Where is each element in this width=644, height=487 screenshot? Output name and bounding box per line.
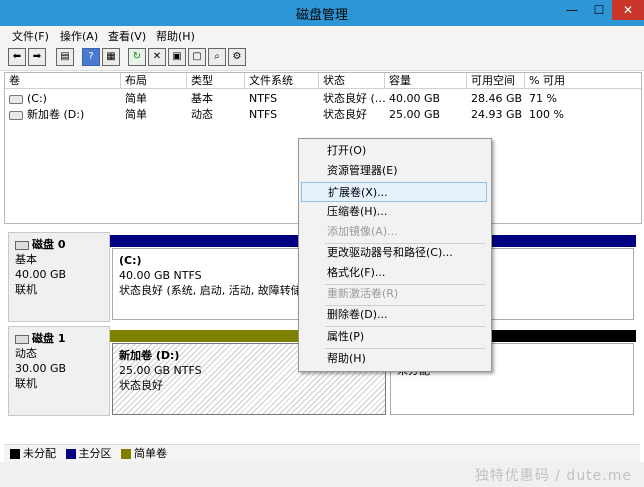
disk-icon [15, 334, 29, 344]
forward-icon[interactable]: ➡ [28, 48, 46, 66]
column-header-free-space[interactable]: 可用空间 [467, 73, 525, 89]
settings-icon[interactable]: ⚙ [228, 48, 246, 66]
delete-icon[interactable]: ✕ [148, 48, 166, 66]
minimize-button[interactable]: — [558, 0, 586, 20]
menu-item-change-drive-letter[interactable]: 更改驱动器号和路径(C)... [301, 243, 487, 263]
menu-file[interactable]: 文件(F) [12, 28, 49, 44]
menu-item-shrink-volume[interactable]: 压缩卷(H)... [301, 202, 487, 222]
column-header-percent-free[interactable]: % 可用 [525, 73, 641, 89]
menu-action[interactable]: 操作(A) [60, 28, 98, 44]
maximize-button[interactable]: ☐ [586, 0, 612, 20]
status-bar: 独特优惠码 / dute.me [0, 462, 644, 487]
column-header-type[interactable]: 类型 [187, 73, 245, 89]
open-icon[interactable]: ▢ [188, 48, 206, 66]
menu-item-extend-volume[interactable]: 扩展卷(X)... [301, 182, 487, 202]
title-bar: 磁盘管理 — ☐ ✕ [0, 0, 644, 26]
column-header-volume[interactable]: 卷 [5, 73, 121, 89]
menu-item-explorer[interactable]: 资源管理器(E) [301, 161, 487, 181]
column-header-capacity[interactable]: 容量 [385, 73, 467, 89]
close-button[interactable]: ✕ [612, 0, 644, 20]
refresh-icon[interactable]: ↻ [128, 48, 146, 66]
menu-item-format[interactable]: 格式化(F)... [301, 263, 487, 283]
help-icon[interactable]: ? [82, 48, 100, 66]
menu-help[interactable]: 帮助(H) [156, 28, 195, 44]
menu-item-properties[interactable]: 属性(P) [301, 327, 487, 347]
column-header-layout[interactable]: 布局 [121, 73, 187, 89]
legend-swatch-simple [121, 449, 131, 459]
pane-icon[interactable]: ▤ [56, 48, 74, 66]
menu-view[interactable]: 查看(V) [108, 28, 146, 44]
column-header-status[interactable]: 状态 [319, 73, 385, 89]
disk-1-label[interactable]: 磁盘 1 动态 30.00 GB 联机 [8, 326, 110, 416]
toolbar: ⬅ ➡ ▤ ? ▦ ↻ ✕ ▣ ▢ ⌕ ⚙ [0, 44, 644, 71]
volume-icon [9, 110, 23, 120]
menu-item-reactivate-volume: 重新激活卷(R) [327, 287, 399, 300]
volume-icon [9, 94, 23, 104]
context-menu: 打开(O) 资源管理器(E) 扩展卷(X)... 压缩卷(H)... 添加镜像(… [298, 138, 492, 372]
menu-item-help[interactable]: 帮助(H) [301, 349, 487, 369]
disk-0-label[interactable]: 磁盘 0 基本 40.00 GB 联机 [8, 232, 110, 322]
window-title: 磁盘管理 [295, 8, 348, 23]
legend-swatch-unallocated [10, 449, 20, 459]
legend: 未分配 主分区 简单卷 [4, 444, 640, 463]
menu-item-open[interactable]: 打开(O) [301, 141, 487, 161]
watermark: 独特优惠码 / dute.me [474, 468, 632, 484]
column-header-filesystem[interactable]: 文件系统 [245, 73, 319, 89]
search-icon[interactable]: ⌕ [208, 48, 226, 66]
back-icon[interactable]: ⬅ [8, 48, 26, 66]
menu-item-add-mirror: 添加镜像(A)... [327, 225, 398, 238]
menu-bar: 文件(F) 操作(A) 查看(V) 帮助(H) [0, 26, 644, 44]
view-icon[interactable]: ▦ [102, 48, 120, 66]
menu-item-delete-volume[interactable]: 删除卷(D)... [301, 305, 487, 325]
legend-swatch-primary [65, 449, 76, 459]
disk-icon [15, 240, 29, 250]
properties-icon[interactable]: ▣ [168, 48, 186, 66]
